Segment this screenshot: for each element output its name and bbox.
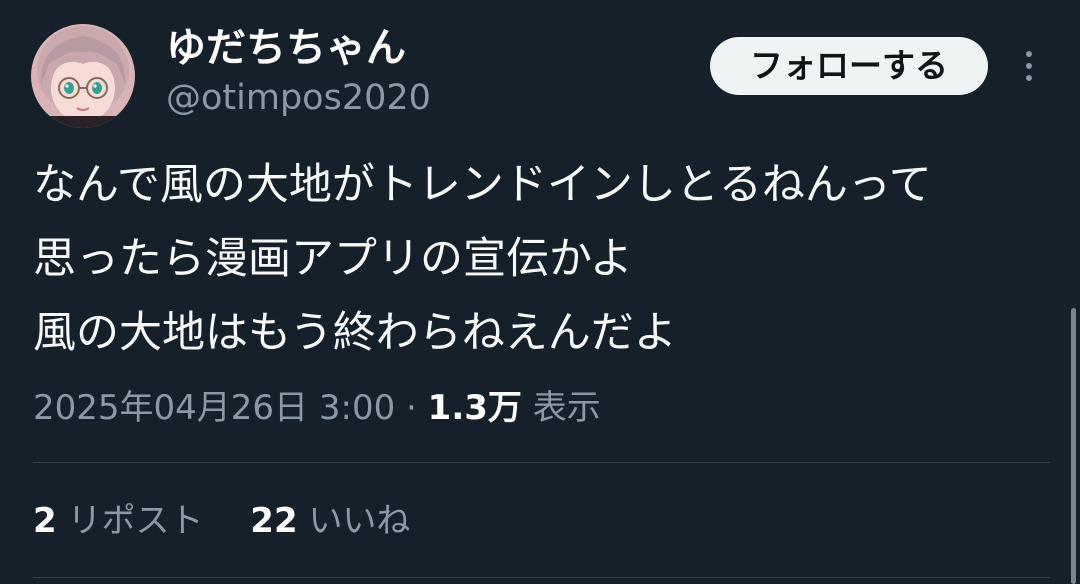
reposts-label: リポスト <box>67 501 204 541</box>
views-count: 1.3万 <box>427 388 522 428</box>
reposts-count: 2 <box>33 501 57 541</box>
engagement-stats: 2 リポスト 22 いいね <box>33 499 410 543</box>
tweet-line: 風の大地はもう終わらねえんだよ <box>33 308 677 358</box>
user-handle[interactable]: @otimpos2020 <box>166 76 431 120</box>
vertical-ellipsis-icon <box>1026 51 1032 81</box>
follow-button[interactable]: フォローする <box>710 37 988 95</box>
divider <box>33 462 1050 463</box>
avatar-image <box>31 24 135 128</box>
tweet-meta: 2025年04月26日 3:00 · 1.3万 表示 <box>33 386 601 430</box>
likes-count: 22 <box>250 501 298 541</box>
more-options-button[interactable] <box>1014 46 1044 86</box>
tweet-date[interactable]: 2025年04月26日 <box>33 388 308 428</box>
display-name[interactable]: ゆだちちゃん <box>166 24 406 72</box>
tweet-line: 思ったら漫画アプリの宣伝かよ <box>33 234 633 284</box>
views-label: 表示 <box>532 388 601 428</box>
divider <box>33 577 1050 578</box>
tweet-body: なんで風の大地がトレンドインしとるねんって 思ったら漫画アプリの宣伝かよ 風の大… <box>33 148 1063 370</box>
tweet-time[interactable]: 3:00 <box>319 388 395 428</box>
likes-stat[interactable]: 22 いいね <box>250 499 410 543</box>
avatar[interactable] <box>31 24 135 128</box>
tweet-line: なんで風の大地がトレンドインしとるねんって <box>33 160 932 210</box>
likes-label: いいね <box>308 501 411 541</box>
meta-separator: · <box>406 388 417 428</box>
reposts-stat[interactable]: 2 リポスト <box>33 499 203 543</box>
scrollbar[interactable] <box>1071 308 1076 584</box>
